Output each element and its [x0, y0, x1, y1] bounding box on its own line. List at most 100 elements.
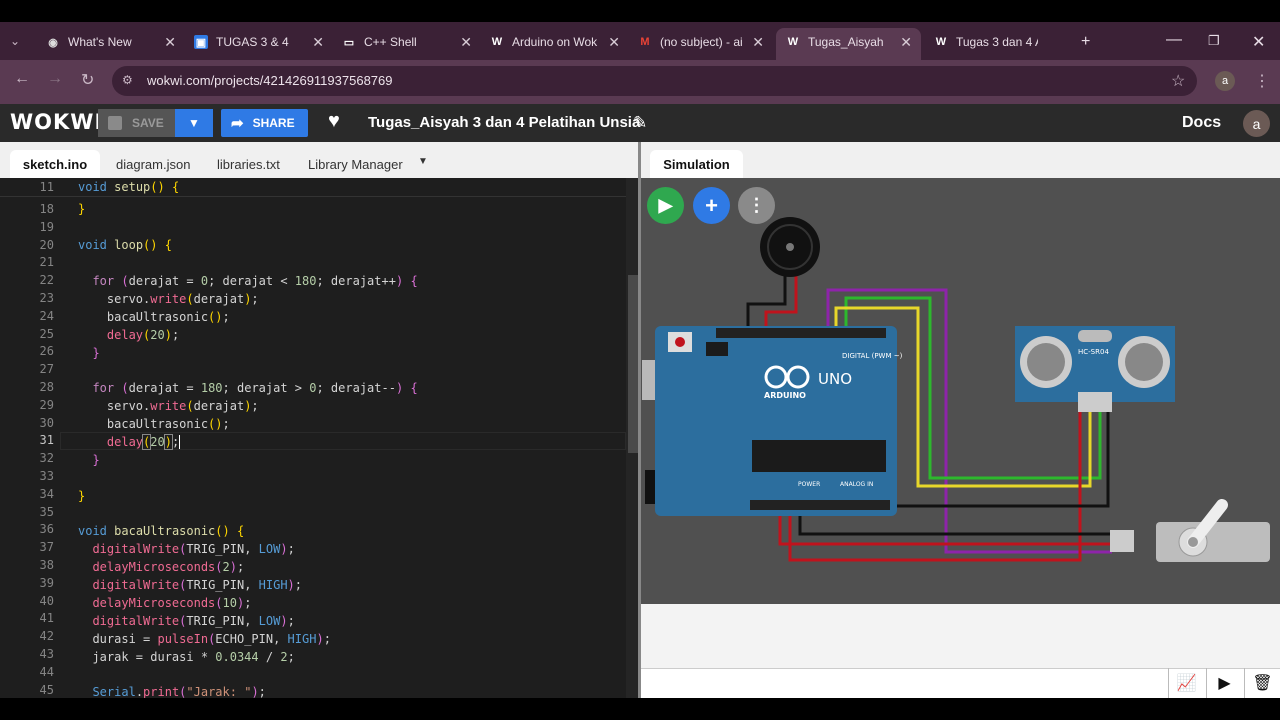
line-number: 35	[39, 504, 54, 519]
minimize-icon[interactable]: —	[1166, 31, 1182, 49]
share-button[interactable]: ➦ SHARE	[221, 109, 308, 137]
plotter-button[interactable]: 📈	[1168, 668, 1204, 698]
code-line-20: void loop() {	[78, 238, 172, 252]
code-line-26: }	[92, 346, 100, 360]
code-line-39: digitalWrite(TRIG_PIN, HIGH);	[92, 578, 303, 592]
back-icon[interactable]: ←	[14, 70, 30, 88]
line-number: 40	[39, 593, 54, 608]
tab-diagram-json[interactable]: diagram.json	[116, 157, 190, 172]
line-number: 33	[39, 469, 54, 483]
code-line-22: for (derajat = 0; derajat < 180; derajat…	[92, 274, 418, 288]
line-number: 26	[39, 344, 54, 359]
code-line-45: Serial.print("Jarak: ");	[92, 685, 266, 699]
shell-icon: ▭	[343, 36, 355, 49]
close-icon[interactable]: ✕	[164, 34, 176, 51]
heart-icon[interactable]: ♥	[328, 110, 340, 133]
browser-tab-tugas[interactable]: ▣ TUGAS 3 & 4 ✕	[194, 30, 324, 54]
browser-menu-icon[interactable]: ⋮	[1254, 71, 1270, 91]
line-number: 19	[39, 219, 54, 234]
edit-pencil-icon[interactable]: ✎	[633, 113, 647, 133]
tab-menu-caret-icon[interactable]: ▼	[418, 156, 428, 167]
code-line-36: void bacaUltrasonic() {	[78, 524, 245, 538]
close-icon[interactable]: ✕	[460, 34, 472, 51]
forward-icon[interactable]: →	[47, 70, 63, 88]
chart-line-icon: 📈	[1176, 675, 1197, 692]
wokwi-icon: W	[491, 36, 503, 48]
uno-label: UNO	[818, 370, 852, 388]
line-number: 27	[39, 362, 54, 377]
digital-label: DIGITAL (PWM ~)	[842, 352, 903, 360]
play-icon: ▶	[1218, 675, 1231, 692]
window-close-icon[interactable]: ✕	[1252, 32, 1265, 52]
browser-tab-tugas-3-4[interactable]: W Tugas 3 dan 4 A	[934, 30, 1064, 54]
line-number: 30	[39, 415, 54, 430]
save-button[interactable]: SAVE	[98, 109, 175, 137]
tab-libraries-txt[interactable]: libraries.txt	[217, 157, 280, 172]
line-number: 32	[39, 451, 54, 466]
line-number: 24	[39, 308, 54, 323]
close-icon[interactable]: ✕	[312, 34, 324, 51]
tab-search-icon[interactable]: ⌄	[10, 34, 20, 48]
line-number: 37	[39, 540, 54, 555]
line-number: 44	[39, 664, 54, 679]
code-line-42: durasi = pulseIn(ECHO_PIN, HIGH);	[78, 632, 331, 646]
analog-label: ANALOG IN	[840, 481, 873, 488]
code-line-43: jarak = durasi * 0.0344 / 2;	[78, 650, 295, 664]
code-line-41: digitalWrite(TRIG_PIN, LOW);	[92, 614, 295, 628]
chrome-icon: ◉	[48, 36, 58, 49]
line-number: 31	[39, 433, 54, 448]
url-text[interactable]: wokwi.com/projects/421426911937568769	[147, 73, 392, 88]
code-line-24: bacaUltrasonic();	[78, 310, 230, 324]
clear-serial-button[interactable]: 🗑	[1244, 668, 1280, 698]
code-line-30: bacaUltrasonic();	[78, 417, 230, 431]
code-line-23: servo.write(derajat);	[78, 292, 259, 306]
gmail-icon: M	[640, 36, 650, 48]
code-line-32: }	[92, 453, 100, 467]
code-line-40: delayMicroseconds(10);	[92, 596, 252, 610]
circuit-diagram: DIGITAL (PWM ~) UNO ARDUINO POWER ANALOG…	[642, 217, 1270, 562]
wokwi-logo[interactable]: WOKWI	[10, 110, 103, 134]
browser-tab-tugas-aisyah[interactable]: W Tugas_Aisyah 3 ✕	[786, 30, 912, 54]
profile-avatar[interactable]: a	[1215, 71, 1235, 91]
close-icon[interactable]: ✕	[608, 34, 620, 51]
code-line-29: servo.write(derajat);	[78, 399, 259, 413]
reload-icon[interactable]: ↻	[81, 70, 94, 90]
code-line-34: }	[78, 489, 86, 503]
browser-tab-cpp-shell[interactable]: ▭ C++ Shell ✕	[342, 30, 472, 54]
simulation-blank-area	[641, 604, 1280, 668]
classroom-icon: ▣	[194, 35, 208, 49]
editor-scroll-thumb[interactable]	[628, 275, 638, 453]
browser-tab-arduino-wokwi[interactable]: W Arduino on Wok ✕	[490, 30, 620, 54]
sticky-code-line: void setup() {	[78, 180, 180, 194]
browser-tab-whats-new[interactable]: ◉ What's New ✕	[46, 30, 176, 54]
bottom-letterbox	[0, 698, 1280, 720]
tab-simulation[interactable]: Simulation	[650, 150, 743, 178]
close-icon[interactable]: ✕	[900, 34, 912, 51]
code-line-28: for (derajat = 180; derajat > 0; derajat…	[92, 381, 418, 395]
code-line-31: delay(20);	[106, 434, 181, 450]
user-avatar[interactable]: a	[1243, 110, 1270, 137]
docs-link[interactable]: Docs	[1182, 114, 1221, 132]
floppy-icon	[108, 116, 122, 130]
save-dropdown-button[interactable]: ▼	[175, 109, 213, 137]
line-number: 45	[39, 682, 54, 697]
code-line-38: delayMicroseconds(2);	[92, 560, 245, 574]
tab-library-manager[interactable]: Library Manager	[308, 157, 403, 172]
line-number: 39	[39, 575, 54, 590]
browser-tab-gmail[interactable]: M (no subject) - ai ✕	[638, 30, 764, 54]
wokwi-icon: W	[935, 36, 947, 48]
project-title[interactable]: Tugas_Aisyah 3 dan 4 Pelatihan Unsia	[368, 114, 640, 131]
bookmark-star-icon[interactable]: ☆	[1171, 71, 1185, 91]
close-icon[interactable]: ✕	[752, 34, 764, 51]
new-tab-icon[interactable]: +	[1081, 33, 1090, 51]
tab-sketch-ino[interactable]: sketch.ino	[10, 150, 100, 178]
line-number: 42	[39, 629, 54, 644]
code-line-18: }	[78, 202, 86, 216]
line-number: 38	[39, 558, 54, 572]
line-number: 34	[39, 486, 54, 501]
restore-icon[interactable]: ❐	[1208, 33, 1220, 49]
line-number: 25	[39, 326, 54, 341]
site-info-icon[interactable]: ⚙	[122, 73, 133, 87]
line-number: 36	[39, 522, 54, 537]
serial-play-button[interactable]: ▶	[1206, 668, 1242, 698]
